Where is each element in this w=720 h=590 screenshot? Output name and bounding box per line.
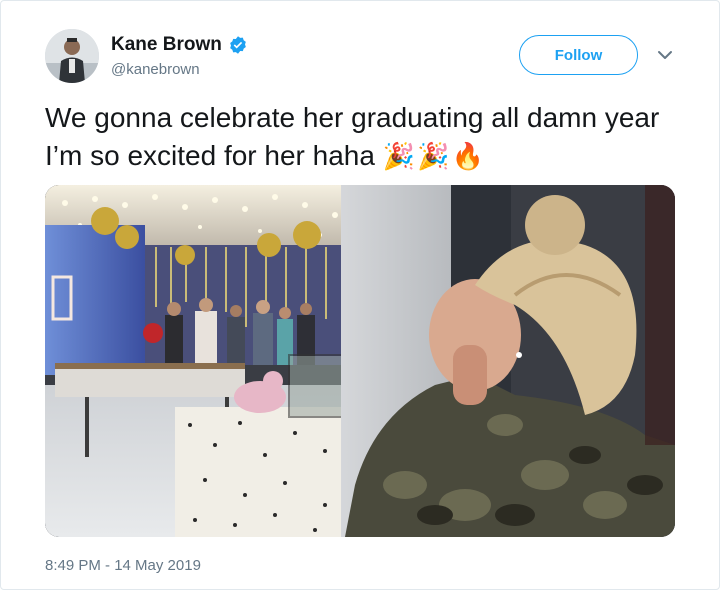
avatar-image [45,29,99,83]
verified-badge-icon [230,36,246,54]
tweet-media-video[interactable] [45,185,675,537]
author-handle[interactable]: @kanebrown [111,61,200,78]
author-name-text[interactable]: Kane Brown [111,34,222,56]
tweet-emojis: 🎉🎉🔥 [382,141,486,171]
tweet-body: We gonna celebrate her graduating all da… [45,102,660,171]
tweet-card: Kane Brown @kanebrown Follow We gonna ce… [0,0,720,590]
video-frame-image [45,185,675,537]
tweet-text: We gonna celebrate her graduating all da… [45,99,675,175]
chevron-down-icon[interactable] [656,46,674,64]
author-avatar[interactable] [45,29,99,83]
follow-button[interactable]: Follow [519,35,638,75]
tweet-timestamp[interactable]: 8:49 PM - 14 May 2019 [45,557,201,574]
author-display-name[interactable]: Kane Brown [111,34,248,56]
